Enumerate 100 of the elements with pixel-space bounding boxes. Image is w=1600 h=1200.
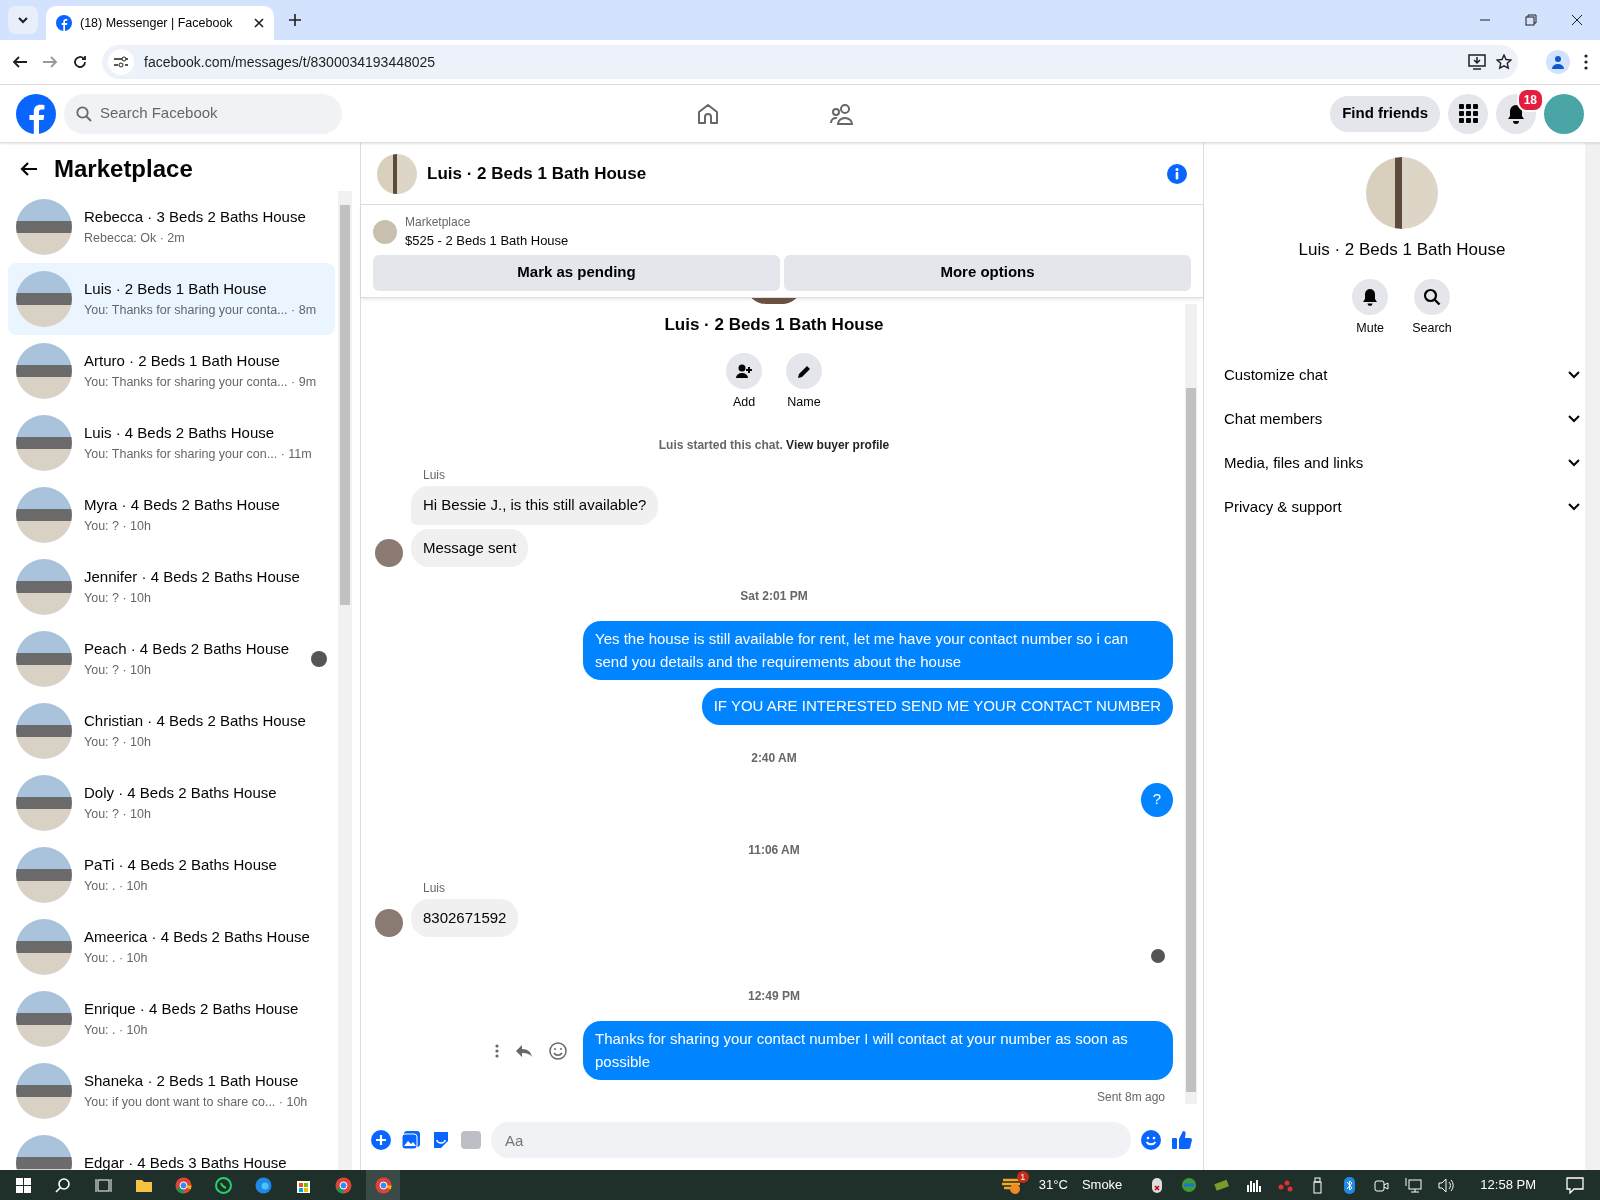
conversation-item[interactable]: Myra · 4 Beds 2 Baths House You: ? · 10h [8, 479, 335, 551]
address-bar[interactable]: facebook.com/messages/t/8300034193448025 [102, 45, 1518, 79]
windows-icon[interactable] [14, 1176, 32, 1194]
conversation-item[interactable]: Luis · 2 Beds 1 Bath House You: Thanks for sharing your conta... · 8m [8, 263, 335, 335]
task-view-icon[interactable] [94, 1176, 112, 1194]
section-toggle[interactable]: Chat members [1222, 397, 1582, 442]
plus-icon[interactable] [288, 13, 302, 27]
conversation-title: Peach · 4 Beds 2 Baths House [84, 639, 291, 660]
chat-avatar [377, 153, 417, 194]
chevron-down-icon [1568, 503, 1580, 512]
listing-photo [16, 271, 72, 327]
search-field[interactable]: Search Facebook [64, 93, 342, 134]
message-preview: You: . · 10h [84, 1021, 149, 1039]
message-preview: You: Thanks for sharing your conta... · 8m [84, 301, 318, 319]
network-icon[interactable] [1404, 1176, 1422, 1194]
more-options-button[interactable]: More options [784, 254, 1191, 291]
temperature-text: 31°C [1038, 1176, 1068, 1195]
message-timestamp: 12:49 PM [747, 988, 801, 1005]
browser-tab[interactable]: (18) Messenger | Facebook [46, 6, 274, 40]
site-settings-icon[interactable] [108, 49, 134, 75]
weather-badge: 1 [1016, 1171, 1029, 1183]
conversation-item[interactable]: Rebecca · 3 Beds 2 Baths House Rebecca: Ok · 2m [8, 191, 335, 263]
smiley-icon[interactable] [549, 1041, 567, 1060]
notification-center-icon[interactable] [1566, 1176, 1584, 1194]
profile-avatar[interactable] [1544, 93, 1584, 134]
search-icon[interactable] [54, 1176, 72, 1194]
rename-button[interactable] [786, 353, 822, 390]
conversation-item[interactable]: Luis · 4 Beds 2 Baths House You: Thanks for sharing your con... · 11m [8, 407, 335, 479]
listing-photo [16, 487, 72, 543]
info-icon[interactable] [1167, 163, 1187, 184]
message-preview: You: ? · 10h [84, 517, 152, 535]
search-button[interactable] [1414, 278, 1450, 315]
bell-icon [1506, 103, 1526, 124]
listing-photo [16, 631, 72, 687]
conversation-item[interactable]: Christian · 4 Beds 2 Baths House You: ? · 10h [8, 695, 335, 767]
sender-name: Luis [423, 879, 446, 897]
search-icon [76, 105, 92, 122]
section-toggle[interactable]: Customize chat [1222, 353, 1582, 398]
add-people-button[interactable] [726, 353, 762, 390]
message-bubble: Thanks for sharing your contact number I will contact at your number as soon as possible [583, 1021, 1173, 1080]
emoji-icon[interactable] [1141, 1130, 1161, 1150]
section-toggle[interactable]: Media, files and links [1222, 441, 1582, 486]
star-icon[interactable] [1496, 54, 1512, 70]
home-icon[interactable] [696, 101, 721, 126]
mute-label: Mute [1356, 319, 1385, 337]
conversation-item[interactable]: Jennifer · 4 Beds 2 Baths House You: ? · 10h [8, 551, 335, 623]
conversation-item[interactable]: Ameerica · 4 Beds 2 Baths House You: . · 10h [8, 911, 335, 983]
install-app-icon[interactable] [1468, 54, 1486, 70]
scrollbar[interactable] [338, 191, 352, 1170]
scrollbar[interactable] [1585, 143, 1600, 1170]
sticker-icon[interactable] [431, 1130, 451, 1150]
photo-icon[interactable] [401, 1130, 421, 1150]
mute-button[interactable] [1352, 278, 1389, 315]
read-receipt-avatar [1151, 949, 1165, 963]
add-label: Add [732, 394, 756, 412]
conversation-title: PaTi · 4 Beds 2 Baths House [84, 855, 278, 876]
menu-button[interactable] [1448, 93, 1488, 134]
close-icon[interactable] [254, 18, 264, 28]
message-status: Sent 8m ago [1096, 1089, 1165, 1106]
message-timestamp: Sat 2:01 PM [739, 588, 809, 605]
listing-photo [373, 219, 397, 244]
more-options-icon[interactable] [1584, 54, 1588, 70]
volume-icon[interactable] [1436, 1176, 1454, 1194]
conversation-item[interactable]: Enrique · 4 Beds 2 Baths House You: . · 10h [8, 983, 335, 1055]
facebook-logo-icon[interactable] [16, 93, 56, 134]
tab-list-button[interactable] [8, 6, 38, 34]
message-preview: You: ? · 10h [84, 589, 152, 607]
profile-icon[interactable] [1546, 50, 1570, 74]
message-preview: You: . · 10h [84, 949, 149, 967]
conversation-item[interactable]: Arturo · 2 Beds 1 Bath House You: Thanks for sharing your conta... · 9m [8, 335, 335, 407]
conversation-title: Jennifer · 4 Beds 2 Baths House [84, 567, 301, 588]
more-icon[interactable] [495, 1043, 499, 1058]
back-icon[interactable] [12, 54, 28, 70]
message-preview: Rebecca: Ok · 2m [84, 229, 186, 247]
details-title: Luis · 2 Beds 1 Bath House [1298, 239, 1506, 261]
find-friends-button[interactable]: Find friends [1330, 95, 1440, 132]
scrollbar[interactable] [1185, 303, 1197, 1104]
close-icon[interactable] [1571, 14, 1583, 26]
conversation-item[interactable]: Peach · 4 Beds 2 Baths House You: ? · 10h [8, 623, 335, 695]
sender-name: Luis [423, 467, 446, 484]
message-preview: You: if you dont want to share co... · 10h [84, 1093, 309, 1111]
plus-circle-icon[interactable] [371, 1130, 391, 1150]
conversation-item[interactable]: Doly · 4 Beds 2 Baths House You: ? · 10h [8, 767, 335, 839]
back-arrow-icon[interactable] [20, 161, 38, 177]
restore-icon[interactable] [1525, 14, 1537, 26]
mark-as-pending-button[interactable]: Mark as pending [373, 254, 780, 291]
url-text: facebook.com/messages/t/8300034193448025 [144, 52, 437, 72]
view-buyer-profile-link[interactable]: View buyer profile [786, 438, 890, 452]
weather-condition: Smoke [1081, 1176, 1123, 1195]
section-toggle[interactable]: Privacy & support [1222, 485, 1582, 530]
thumbs-up-icon[interactable] [1171, 1130, 1193, 1150]
conversation-title: Edgar · 4 Beds 3 Baths House [84, 1152, 288, 1170]
sidebar-title: Marketplace [54, 154, 193, 184]
reply-icon[interactable] [515, 1043, 533, 1058]
conversation-item[interactable]: Shaneka · 2 Beds 1 Bath House You: if you dont want to share co... · 10h [8, 1055, 335, 1127]
chevron-down-icon [1568, 415, 1580, 424]
conversation-item[interactable]: PaTi · 4 Beds 2 Baths House You: . · 10h [8, 839, 335, 911]
reload-icon[interactable] [72, 54, 88, 70]
message-field[interactable]: Aa [491, 1122, 1131, 1158]
tab-title: (18) Messenger | Facebook [80, 14, 234, 32]
